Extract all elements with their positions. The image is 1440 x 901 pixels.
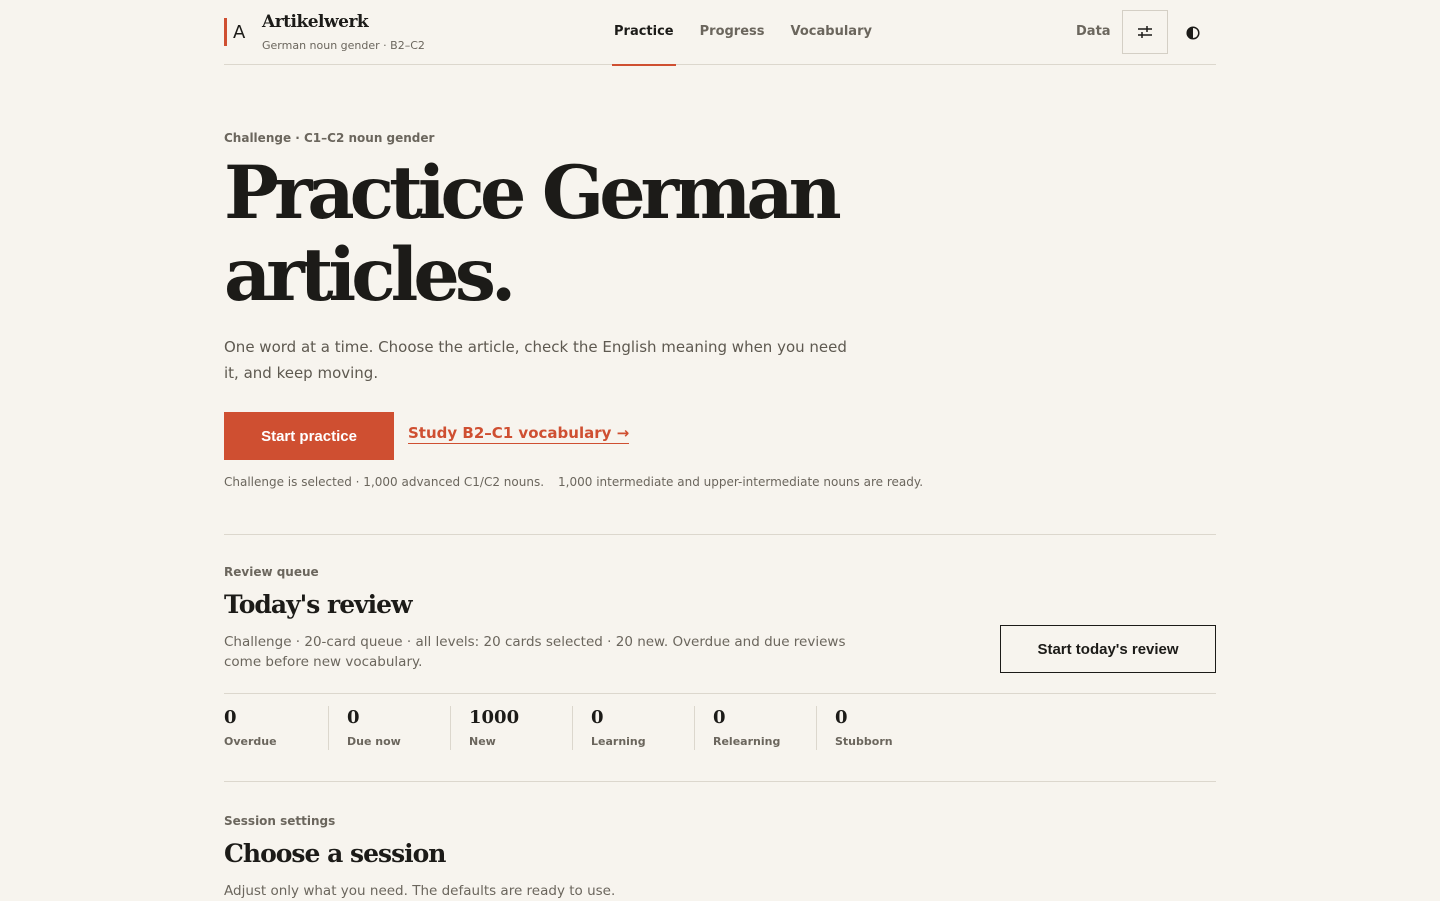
brand-subtitle: German noun gender · B2–C2: [262, 39, 425, 52]
stat-label: Overdue: [224, 735, 277, 748]
stat-label: Learning: [591, 735, 646, 748]
nav-practice[interactable]: Practice: [612, 0, 676, 66]
stat-value: 0: [835, 707, 848, 728]
stat-value: 0: [591, 707, 604, 728]
brand-name[interactable]: Artikelwerk: [262, 12, 369, 32]
half-circle-icon: [1186, 26, 1200, 40]
settings-button[interactable]: [1122, 10, 1168, 54]
vocabulary-note: 1,000 intermediate and upper-intermediat…: [558, 475, 924, 489]
sliders-icon: [1138, 26, 1152, 38]
session-kicker: Session settings: [224, 814, 336, 828]
top-header: A Artikelwerk German noun gender · B2–C2…: [224, 0, 1216, 66]
stat-label: Due now: [347, 735, 401, 748]
selection-note: Challenge is selected · 1,000 advanced C…: [224, 475, 545, 489]
stat-due-now: 0 Due now: [328, 706, 450, 750]
page-title: Practice German articles.: [224, 152, 924, 316]
study-vocabulary-link[interactable]: Study B2–C1 vocabulary →: [408, 424, 630, 444]
review-description: Challenge · 20-card queue · all levels: …: [224, 634, 846, 670]
stat-label: New: [469, 735, 496, 748]
hero-kicker: Challenge · C1–C2 noun gender: [224, 131, 435, 145]
nav-vocabulary[interactable]: Vocabulary: [789, 0, 874, 65]
divider: [224, 534, 1216, 535]
stat-value: 0: [713, 707, 726, 728]
main-nav: Practice Progress Vocabulary: [612, 0, 896, 66]
stat-label: Stubborn: [835, 735, 893, 748]
session-description: Adjust only what you need. The defaults …: [224, 883, 616, 899]
stat-relearning: 0 Relearning: [694, 706, 816, 750]
stat-learning: 0 Learning: [572, 706, 694, 750]
stat-label: Relearning: [713, 735, 781, 748]
review-stats: 0 Overdue 0 Due now 1000 New 0 Learning …: [224, 706, 938, 750]
stat-overdue: 0 Overdue: [224, 706, 328, 750]
data-link[interactable]: Data: [1076, 24, 1111, 39]
brand-accent-bar: [224, 18, 227, 46]
title-line-1: Practice German: [224, 150, 842, 236]
start-practice-button[interactable]: Start practice: [224, 412, 394, 460]
stat-value: 0: [224, 707, 237, 728]
divider: [224, 781, 1216, 782]
stat-value: 1000: [469, 707, 520, 728]
divider: [224, 693, 1216, 694]
theme-toggle-button[interactable]: [1182, 22, 1204, 44]
stat-value: 0: [347, 707, 360, 728]
hero-note: Challenge is selected · 1,000 advanced C…: [224, 475, 923, 489]
review-kicker: Review queue: [224, 565, 319, 579]
start-review-button[interactable]: Start today's review: [1000, 625, 1216, 673]
review-title: Today's review: [224, 590, 413, 619]
session-title: Choose a session: [224, 839, 446, 868]
hero-description: One word at a time. Choose the article, …: [224, 338, 847, 382]
nav-progress[interactable]: Progress: [698, 0, 767, 65]
brand-logo[interactable]: A: [233, 22, 245, 43]
stat-stubborn: 0 Stubborn: [816, 706, 938, 750]
title-line-2: articles.: [224, 232, 516, 318]
stat-new: 1000 New: [450, 706, 572, 750]
